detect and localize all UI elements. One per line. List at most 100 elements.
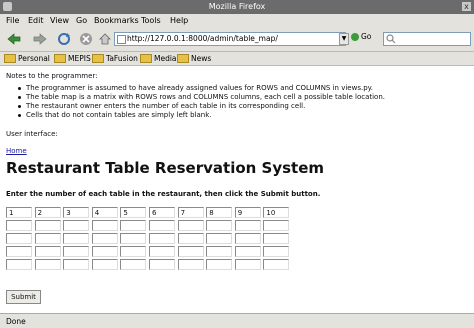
table-cell-input[interactable] xyxy=(63,220,90,231)
search-input[interactable] xyxy=(383,32,471,46)
home-link[interactable]: Home xyxy=(6,147,27,155)
table-cell-input[interactable] xyxy=(34,233,61,244)
table-cell-input[interactable]: 4 xyxy=(91,207,118,218)
table-cell-input[interactable] xyxy=(177,233,204,244)
table-cell-input[interactable]: 3 xyxy=(63,207,90,218)
table-cell-input[interactable] xyxy=(91,220,118,231)
home-button[interactable] xyxy=(98,31,112,46)
table-cell-input[interactable] xyxy=(91,259,118,270)
table-cell-input[interactable]: 10 xyxy=(263,207,290,218)
table-cell-input[interactable] xyxy=(263,220,290,231)
go-button[interactable]: Go xyxy=(351,32,371,41)
table-cell-input[interactable] xyxy=(63,233,90,244)
table-cell-input[interactable] xyxy=(91,246,118,257)
table-cell-input[interactable] xyxy=(34,259,61,270)
table-cell-input[interactable] xyxy=(91,233,118,244)
note-item: The restaurant owner enters the number o… xyxy=(18,102,385,111)
stop-icon xyxy=(80,32,92,45)
menu-edit[interactable]: Edit xyxy=(28,16,44,25)
table-cell-input[interactable]: 1 xyxy=(6,207,32,218)
table-cell-input[interactable] xyxy=(206,259,233,270)
url-input[interactable]: http://127.0.0.1:8000/admin/table_map/ xyxy=(114,32,346,46)
stop-button[interactable] xyxy=(78,31,94,46)
page-content: Notes to the programmer: The programmer … xyxy=(0,66,474,313)
table-cell-input[interactable] xyxy=(63,246,90,257)
bookmark-label: TaFusion xyxy=(106,54,138,63)
title-bar: Mozilla Firefox x xyxy=(0,0,474,14)
table-cell-input[interactable]: 2 xyxy=(34,207,61,218)
table-cell-input[interactable]: 6 xyxy=(149,207,175,218)
folder-icon xyxy=(54,54,66,63)
table-cell-input[interactable] xyxy=(206,233,233,244)
bookmark-mepis[interactable]: MEPIS xyxy=(54,54,91,63)
bookmark-label: News xyxy=(191,54,212,63)
bookmark-media[interactable]: Media xyxy=(140,54,177,63)
table-cell-input[interactable] xyxy=(34,220,61,231)
window-title: Mozilla Firefox xyxy=(208,2,266,11)
bookmark-news[interactable]: News xyxy=(177,54,211,63)
table-cell-input[interactable] xyxy=(206,246,233,257)
table-cell-input[interactable] xyxy=(149,246,175,257)
table-cell-input[interactable] xyxy=(6,259,32,270)
table-cell-input[interactable]: 5 xyxy=(120,207,147,218)
home-icon xyxy=(99,32,111,44)
reload-button[interactable] xyxy=(56,31,72,46)
table-cell-input[interactable]: 7 xyxy=(177,207,204,218)
menu-view[interactable]: View xyxy=(50,16,69,25)
table-cell-input[interactable] xyxy=(34,246,61,257)
forward-button[interactable] xyxy=(30,31,50,46)
close-icon[interactable]: x xyxy=(462,2,471,11)
table-cell-input[interactable] xyxy=(234,246,261,257)
bookmark-tafusion[interactable]: TaFusion xyxy=(92,54,138,63)
table-cell-input[interactable] xyxy=(120,220,147,231)
table-cell-input[interactable] xyxy=(149,220,175,231)
menu-go[interactable]: Go xyxy=(76,16,87,25)
table-cell-input[interactable]: 9 xyxy=(234,207,261,218)
folder-icon xyxy=(140,54,152,63)
table-cell-input[interactable] xyxy=(263,246,290,257)
table-cell-input[interactable] xyxy=(234,233,261,244)
folder-icon xyxy=(92,54,104,63)
table-cell-input[interactable] xyxy=(6,233,32,244)
menu-help[interactable]: Help xyxy=(170,16,188,25)
table-cell-input[interactable] xyxy=(263,259,290,270)
note-item: The programmer is assumed to have alread… xyxy=(18,84,385,93)
submit-button[interactable]: Submit xyxy=(6,290,41,304)
navigation-toolbar: http://127.0.0.1:8000/admin/table_map/ ▼… xyxy=(0,27,474,52)
table-cell-input[interactable] xyxy=(120,233,147,244)
instructions: Enter the number of each table in the re… xyxy=(6,190,321,198)
note-item: The table map is a matrix with ROWS rows… xyxy=(18,93,385,102)
url-history-dropdown[interactable]: ▼ xyxy=(339,33,349,45)
go-icon xyxy=(351,32,359,41)
table-cell-input[interactable] xyxy=(234,259,261,270)
page-title: Restaurant Table Reservation System xyxy=(6,159,325,177)
table-cell-input[interactable] xyxy=(6,246,32,257)
table-cell-input[interactable] xyxy=(177,259,204,270)
table-cell-input[interactable]: 8 xyxy=(206,207,233,218)
table-cell-input[interactable] xyxy=(149,259,175,270)
status-bar: Done xyxy=(0,313,474,328)
note-item: Cells that do not contain tables are sim… xyxy=(18,111,385,120)
table-cell-input[interactable] xyxy=(149,233,175,244)
table-cell-input[interactable] xyxy=(63,259,90,270)
menu-tools[interactable]: Tools xyxy=(141,16,161,25)
table-cell-input[interactable] xyxy=(263,233,290,244)
bookmark-personal[interactable]: Personal xyxy=(4,54,50,63)
table-cell-input[interactable] xyxy=(234,220,261,231)
back-button[interactable] xyxy=(4,31,24,46)
table-cell-input[interactable] xyxy=(177,246,204,257)
table-cell-input[interactable] xyxy=(206,220,233,231)
ui-label: User interface: xyxy=(6,130,58,138)
table-cell-input[interactable] xyxy=(120,246,147,257)
bookmark-label: Media xyxy=(154,54,177,63)
go-label: Go xyxy=(361,32,372,41)
menu-file[interactable]: File xyxy=(6,16,19,25)
url-text: http://127.0.0.1:8000/admin/table_map/ xyxy=(127,34,278,43)
table-cell-input[interactable] xyxy=(6,220,32,231)
menu-bookmarks[interactable]: Bookmarks xyxy=(94,16,139,25)
back-arrow-icon xyxy=(7,32,21,45)
page-icon xyxy=(117,35,126,44)
table-cell-input[interactable] xyxy=(177,220,204,231)
notes-list: The programmer is assumed to have alread… xyxy=(18,84,385,120)
table-cell-input[interactable] xyxy=(120,259,147,270)
